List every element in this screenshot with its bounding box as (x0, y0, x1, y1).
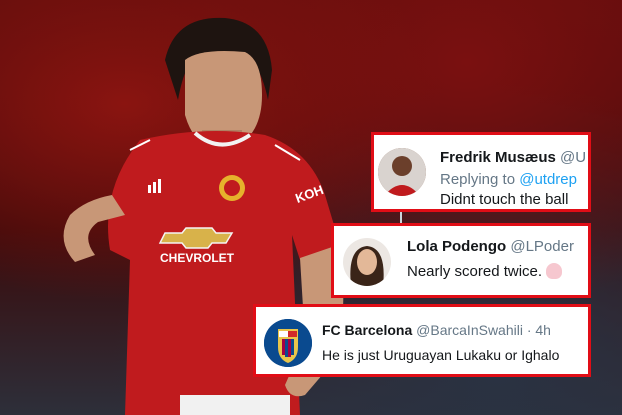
tweet-handle: @BarcaInSwahili (416, 322, 523, 338)
reply-context: Replying to @utdrep (440, 171, 577, 188)
person-avatar-icon (343, 238, 391, 286)
tweet-card-fc-barcelona[interactable]: FC Barcelona @BarcaInSwahili · 4h He is … (253, 304, 591, 377)
tweet-handle: @LPoder (510, 238, 574, 255)
tweet-author[interactable]: FC Barcelona @BarcaInSwahili · 4h (322, 322, 551, 338)
woman-facepalming-icon (546, 263, 563, 279)
tweet-author[interactable]: Fredrik Musæus @U (440, 149, 586, 166)
reply-to-link[interactable]: @utdrep (519, 171, 577, 188)
tweet-author[interactable]: Lola Podengo @LPoder (407, 238, 574, 255)
tweet-timestamp: · 4h (526, 322, 551, 338)
fc-barcelona-crest-icon (264, 319, 312, 367)
avatar-fc-barcelona[interactable] (264, 319, 312, 367)
avatar-fredrik[interactable] (378, 148, 426, 196)
tweet-card-fredrik[interactable]: Fredrik Musæus @U Replying to @utdrep Di… (371, 132, 591, 212)
tweet-handle: @U (560, 149, 587, 166)
person-avatar-icon (378, 148, 426, 196)
tweet-text: Didnt touch the ball (440, 191, 569, 208)
manchester-united-crest-icon (219, 175, 245, 201)
avatar-lola[interactable] (343, 238, 391, 286)
sponsor-text: CHEVROLET (160, 251, 235, 265)
tweet-text: He is just Uruguayan Lukaku or Ighalo (322, 347, 560, 363)
tweet-card-lola[interactable]: Lola Podengo @LPoder Nearly scored twice… (331, 223, 591, 298)
tweet-text: Nearly scored twice. (407, 263, 563, 280)
